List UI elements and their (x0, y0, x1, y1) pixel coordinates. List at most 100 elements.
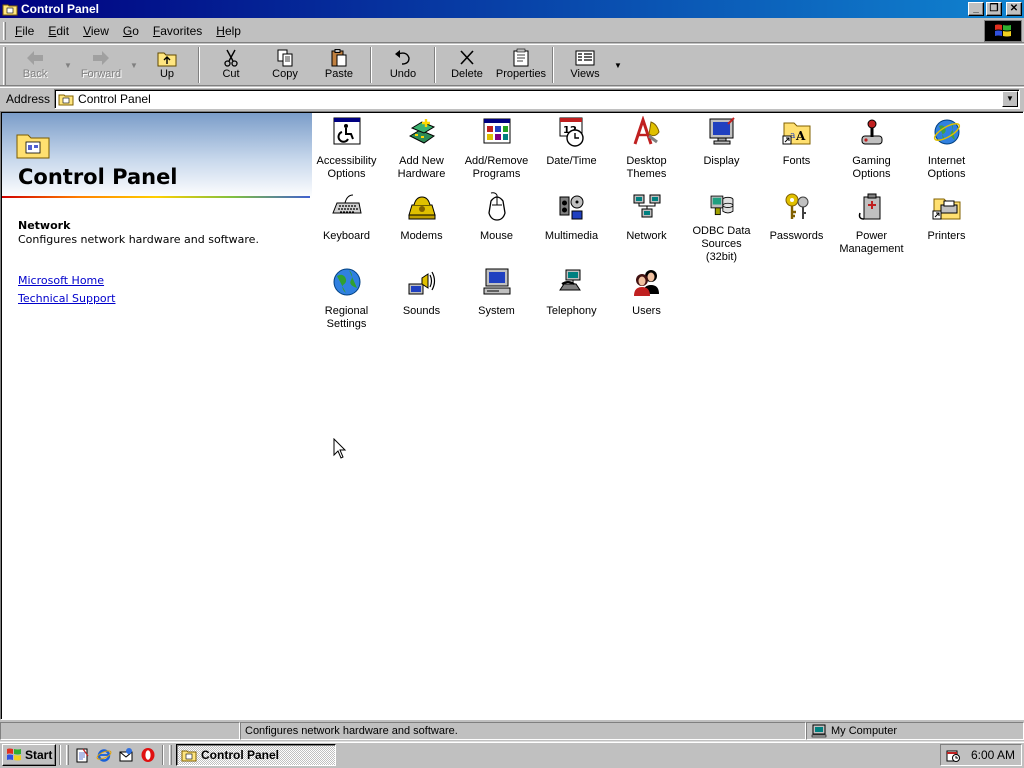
close-icon: ✕ (1009, 3, 1019, 14)
cp-item-power-management[interactable]: Power Management (834, 189, 909, 264)
cp-item-passwords[interactable]: Passwords (759, 189, 834, 264)
cp-item-add-hardware[interactable]: Add New Hardware (384, 114, 459, 189)
multimedia-icon (559, 195, 583, 220)
sounds-icon (408, 271, 435, 295)
status-panel-left (0, 722, 240, 740)
cp-item-system[interactable]: System (459, 264, 534, 339)
system-tray: 6:00 AM (940, 744, 1022, 766)
menu-favorites[interactable]: Favorites (146, 24, 209, 38)
folder-up-icon (157, 52, 177, 67)
cp-item-label: Add/Remove Programs (464, 155, 529, 180)
quick-launch-outlook-express[interactable] (115, 744, 137, 766)
address-dropdown-button[interactable]: ▼ (1002, 90, 1018, 107)
web-view-pane: Control Panel Network Configures network… (2, 113, 312, 363)
cp-item-label: Display (703, 155, 740, 167)
cp-item-printers[interactable]: Printers (909, 189, 984, 264)
menu-view[interactable]: View (76, 24, 116, 38)
tasks-grip[interactable] (169, 745, 172, 765)
task-scheduler-icon[interactable] (945, 747, 961, 763)
back-button[interactable]: Back (8, 45, 62, 85)
cp-item-label: Keyboard (322, 230, 371, 242)
status-zone: My Computer (806, 722, 1024, 740)
paste-label: Paste (324, 68, 354, 80)
undo-button[interactable]: Undo (376, 45, 430, 85)
forward-button[interactable]: Forward (74, 45, 128, 85)
cp-item-telephony[interactable]: Telephony (534, 264, 609, 339)
clock[interactable]: 6:00 AM (971, 748, 1015, 762)
menu-file[interactable]: File (8, 24, 41, 38)
toolbar-separator (198, 47, 200, 83)
quick-launch-internet-explorer[interactable] (93, 744, 115, 766)
cp-item-fonts[interactable]: Aa Fonts (759, 114, 834, 189)
paste-button[interactable]: Paste (312, 45, 366, 85)
microsoft-home-link[interactable]: Microsoft Home (18, 274, 104, 287)
views-icon (575, 50, 595, 66)
cp-item-display[interactable]: Display (684, 114, 759, 189)
cp-item-date-time[interactable]: 12 Date/Time (534, 114, 609, 189)
control-panel-folder-icon (16, 134, 50, 159)
quick-launch-grip[interactable] (66, 745, 69, 765)
keyboard-icon (331, 194, 362, 214)
toolbar-grip[interactable] (3, 47, 6, 85)
close-button[interactable]: ✕ (1006, 2, 1022, 16)
cp-item-label: Fonts (782, 155, 811, 167)
copy-button[interactable]: Copy (258, 45, 312, 85)
cp-item-modems[interactable]: Modems (384, 189, 459, 264)
menu-help[interactable]: Help (209, 24, 248, 38)
chevron-down-icon: ▼ (130, 60, 138, 70)
toolbar-separator (434, 47, 436, 83)
title-bar[interactable]: Control Panel _ ❐ ✕ (0, 0, 1024, 18)
cp-item-mouse[interactable]: Mouse (459, 189, 534, 264)
cp-item-accessibility[interactable]: Accessibility Options (309, 114, 384, 189)
cp-item-label: Multimedia (544, 230, 599, 242)
minimize-button[interactable]: _ (968, 2, 984, 16)
cp-item-users[interactable]: Users (609, 264, 684, 339)
technical-support-link[interactable]: Technical Support (18, 292, 116, 305)
printers-icon (932, 198, 960, 220)
delete-button[interactable]: Delete (440, 45, 494, 85)
cp-item-label: Internet Options (927, 155, 966, 180)
cp-item-keyboard[interactable]: Keyboard (309, 189, 384, 264)
toolbar-separator (552, 47, 554, 83)
back-dropdown[interactable]: ▼ (62, 45, 74, 85)
menu-go[interactable]: Go (116, 24, 146, 38)
address-field[interactable]: Control Panel ▼ (54, 88, 1020, 109)
toolbar-separator (370, 47, 372, 83)
menu-edit[interactable]: Edit (41, 24, 76, 38)
cp-item-regional-settings[interactable]: Regional Settings (309, 264, 384, 339)
notepad-icon (76, 748, 89, 763)
properties-button[interactable]: Properties (494, 45, 548, 85)
views-button[interactable]: Views (558, 45, 612, 85)
address-value: Control Panel (78, 91, 151, 106)
cp-item-network[interactable]: Network (609, 189, 684, 264)
add-remove-programs-icon (483, 118, 510, 144)
cp-item-desktop-themes[interactable]: Desktop Themes (609, 114, 684, 189)
cp-item-label: Network (626, 230, 667, 242)
add-hardware-icon (408, 119, 435, 144)
taskbar-button-control-panel[interactable]: Control Panel (176, 744, 336, 766)
svg-text:A: A (795, 129, 806, 143)
restore-button[interactable]: ❐ (986, 2, 1002, 16)
start-label: Start (25, 748, 53, 762)
quick-launch-notepad[interactable] (71, 744, 93, 766)
cut-button[interactable]: Cut (204, 45, 258, 85)
color-rule (2, 196, 310, 198)
status-message: Configures network hardware and software… (240, 722, 806, 740)
cp-item-odbc[interactable]: ODBC Data Sources (32bit) (684, 189, 759, 264)
forward-dropdown[interactable]: ▼ (128, 45, 140, 85)
start-button[interactable]: Start (2, 744, 56, 766)
menu-grip[interactable] (3, 21, 6, 40)
forward-label: Forward (80, 68, 122, 80)
up-button[interactable]: Up (140, 45, 194, 85)
odbc-icon (710, 195, 733, 216)
cp-item-multimedia[interactable]: Multimedia (534, 189, 609, 264)
views-dropdown[interactable]: ▼ (612, 45, 624, 85)
cp-item-internet-options[interactable]: Internet Options (909, 114, 984, 189)
cp-item-add-remove-programs[interactable]: Add/Remove Programs (459, 114, 534, 189)
cp-item-gaming-options[interactable]: Gaming Options (834, 114, 909, 189)
properties-label: Properties (495, 68, 547, 80)
cp-item-sounds[interactable]: Sounds (384, 264, 459, 339)
mouse-icon (487, 192, 506, 221)
quick-launch-opera[interactable] (137, 744, 159, 766)
fonts-icon: Aa (782, 122, 810, 145)
